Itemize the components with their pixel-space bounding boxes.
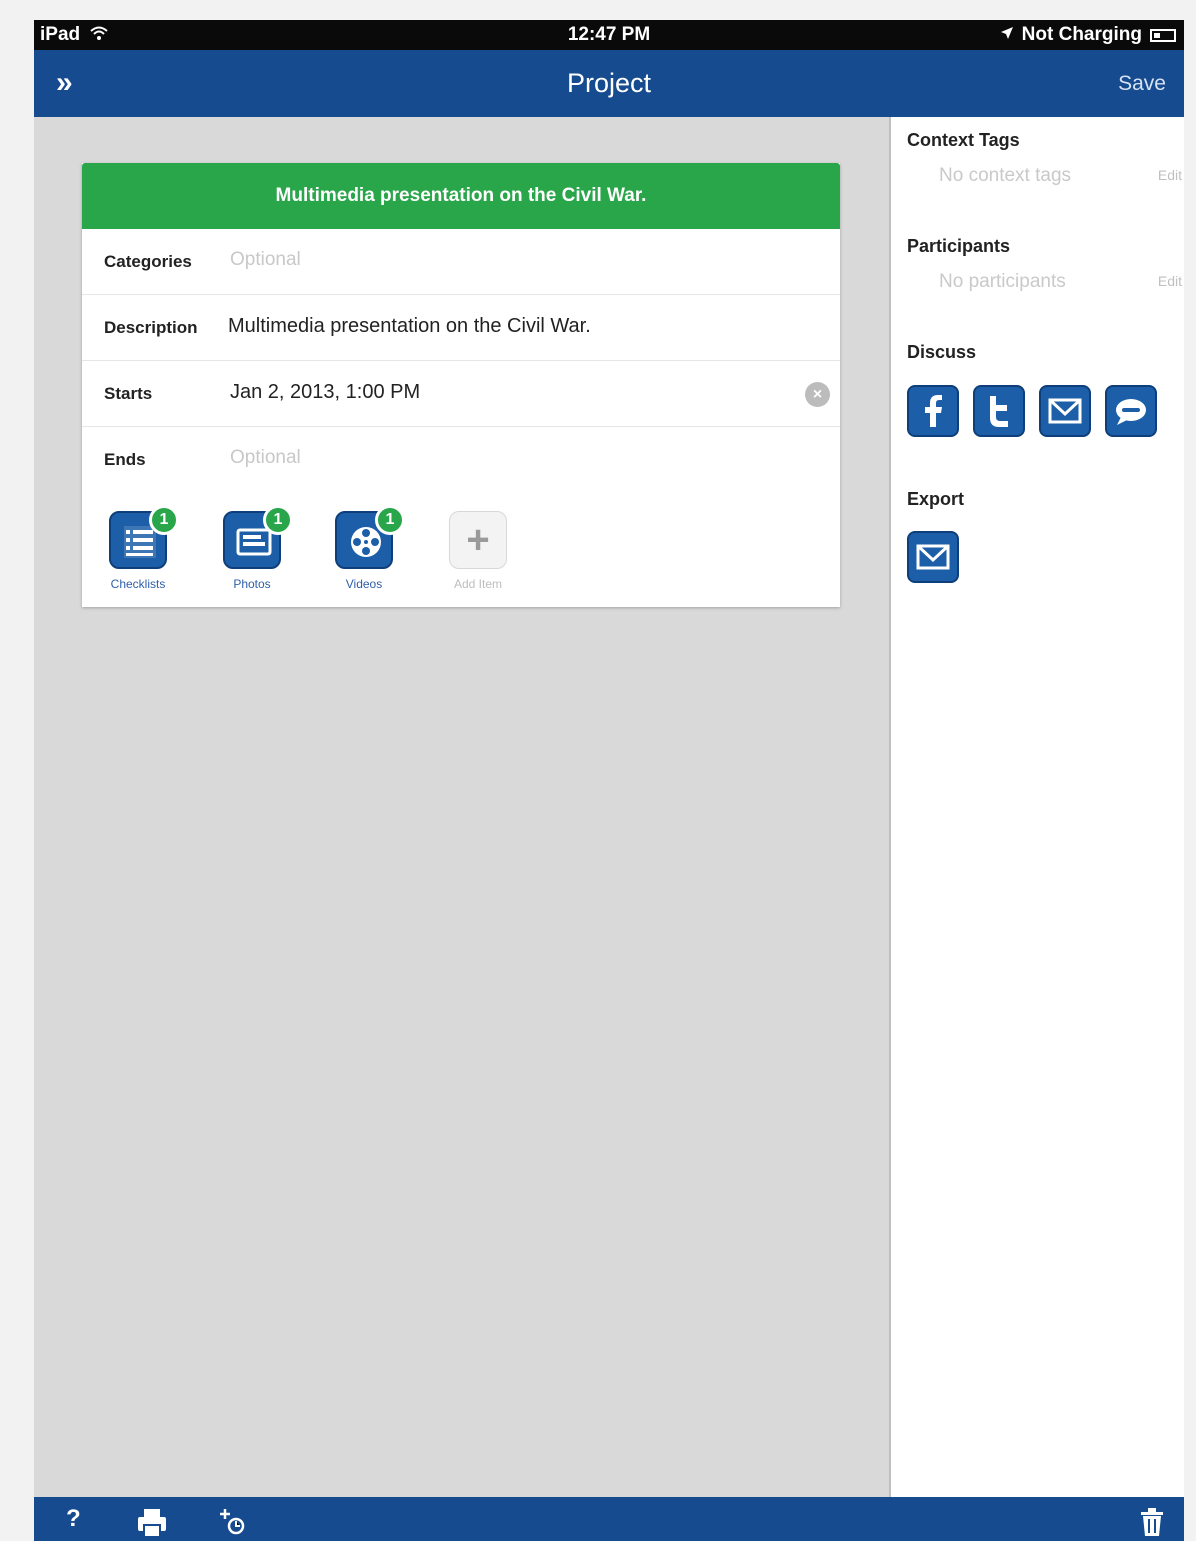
print-icon[interactable] <box>136 1507 168 1541</box>
ipad-screen: iPad 12:47 PM Not Charging » Project Sav… <box>34 20 1184 1541</box>
ends-row[interactable]: Ends Optional <box>82 427 840 493</box>
film-reel-icon: 1 <box>335 505 405 569</box>
message-icon[interactable] <box>1105 385 1157 437</box>
battery-icon <box>1150 28 1176 42</box>
starts-field[interactable]: Jan 2, 2013, 1:00 PM <box>230 381 420 404</box>
description-label: Description <box>104 318 198 337</box>
mail-icon[interactable] <box>1039 385 1091 437</box>
location-arrow-icon <box>1000 24 1014 46</box>
ends-label: Ends <box>104 450 146 469</box>
attachments-bar: 1 Checklists 1 Photos 1 Videos + Add Ite… <box>82 493 840 607</box>
description-field[interactable]: Multimedia presentation on the Civil War… <box>228 315 591 338</box>
add-item-button[interactable]: + Add Item <box>422 511 534 591</box>
photos-count-badge: 1 <box>263 505 293 535</box>
participants-edit-link[interactable]: Edit <box>1158 273 1182 289</box>
plus-glyph: + <box>466 518 490 562</box>
twitter-icon[interactable] <box>973 385 1025 437</box>
charging-status: Not Charging <box>1021 24 1142 45</box>
main-content: Multimedia presentation on the Civil War… <box>34 117 889 1497</box>
context-tags-title: Context Tags <box>907 130 1020 150</box>
clear-icon[interactable]: × <box>805 382 830 407</box>
starts-row[interactable]: Starts Jan 2, 2013, 1:00 PM × <box>82 361 840 427</box>
videos-button[interactable]: 1 Videos <box>308 505 420 591</box>
help-icon[interactable]: ? <box>66 1505 81 1533</box>
plus-icon: + <box>449 511 507 569</box>
checklists-label: Checklists <box>110 577 166 591</box>
status-right: Not Charging <box>1000 24 1176 46</box>
videos-count-badge: 1 <box>375 505 405 535</box>
categories-label: Categories <box>104 252 192 271</box>
add-context-icon[interactable] <box>218 1507 248 1541</box>
export-title: Export <box>907 489 965 509</box>
ends-field[interactable]: Optional <box>230 447 301 469</box>
facebook-icon[interactable] <box>907 385 959 437</box>
status-bar: iPad 12:47 PM Not Charging <box>34 20 1184 50</box>
participants-title: Participants <box>907 236 1011 256</box>
bottom-toolbar: ? <box>34 1497 1184 1541</box>
videos-label: Videos <box>345 577 383 591</box>
checklists-count-badge: 1 <box>149 505 179 535</box>
categories-field[interactable]: Optional <box>230 249 301 271</box>
discuss-title: Discuss <box>907 342 977 362</box>
trash-icon[interactable] <box>1140 1507 1164 1541</box>
photos-label: Photos <box>233 577 271 591</box>
export-mail-icon[interactable] <box>907 531 959 583</box>
checklist-icon: 1 <box>109 505 179 569</box>
context-tags-value: No context tags <box>939 165 1072 186</box>
starts-label: Starts <box>104 384 153 403</box>
nav-bar: » Project Save <box>34 50 1184 117</box>
photo-icon: 1 <box>223 505 293 569</box>
categories-row[interactable]: Categories Optional <box>82 229 840 295</box>
save-button[interactable]: Save <box>1118 72 1166 96</box>
photos-button[interactable]: 1 Photos <box>196 505 308 591</box>
checklists-button[interactable]: 1 Checklists <box>82 505 194 591</box>
page-title: Project <box>566 68 652 98</box>
side-panel: Context Tags No context tags Edit Partic… <box>889 117 1184 1497</box>
project-card: Multimedia presentation on the Civil War… <box>82 163 840 607</box>
add-item-label: Add Item <box>453 577 503 591</box>
participants-value: No participants <box>939 271 1066 292</box>
context-tags-edit-link[interactable]: Edit <box>1158 167 1182 183</box>
project-title: Multimedia presentation on the Civil War… <box>82 163 840 229</box>
description-row[interactable]: Description Multimedia presentation on t… <box>82 295 840 361</box>
